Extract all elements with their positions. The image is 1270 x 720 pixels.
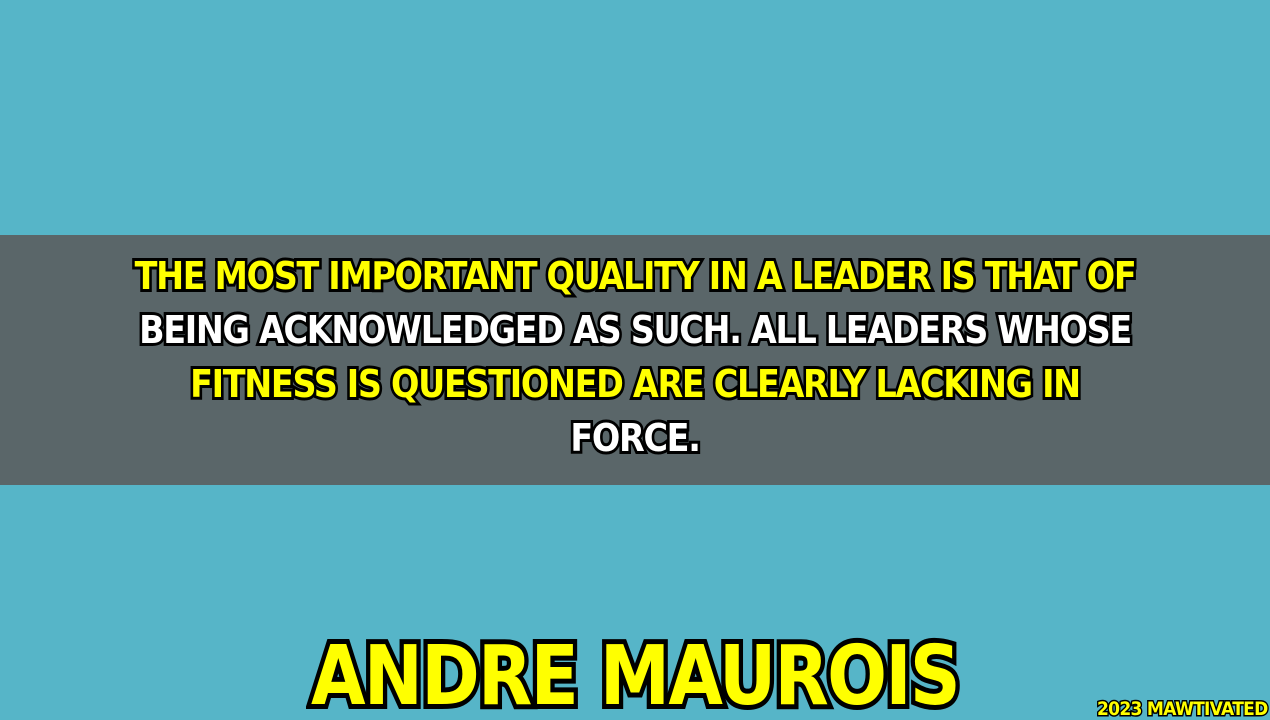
quote-line-4: FORCE. [568,413,704,463]
quote-line-2: BEING ACKNOWLEDGED AS SUCH. ALL LEADERS … [136,305,1134,355]
quote-line-1: THE MOST IMPORTANT QUALITY IN A LEADER I… [132,251,1139,301]
quote-line-3: FITNESS IS QUESTIONED ARE CLEARLY LACKIN… [187,359,1083,409]
watermark: 2023 MAWTIVATED [1096,697,1270,720]
author-name: ANDRE MAUROIS [307,624,965,720]
quote-text: THE MOST IMPORTANT QUALITY IN A LEADER I… [0,249,1270,465]
